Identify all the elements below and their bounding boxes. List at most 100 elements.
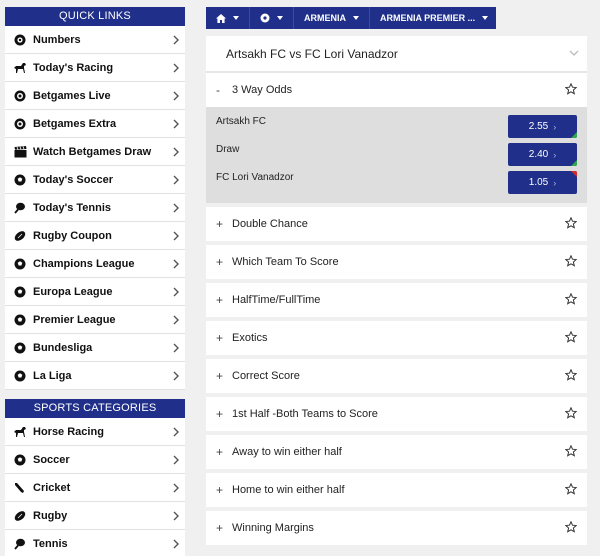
sport-category-horse-racing[interactable]: Horse Racing bbox=[5, 418, 185, 446]
market-correct-score[interactable]: + Correct Score bbox=[206, 359, 587, 393]
match-header[interactable]: Artsakh FC vs FC Lori Vanadzor bbox=[206, 36, 587, 73]
odds-button[interactable]: 2.40 › bbox=[508, 143, 577, 166]
tennis-racket-icon bbox=[13, 201, 27, 215]
quick-link-premier-league[interactable]: Premier League bbox=[5, 306, 185, 334]
sport-category-soccer[interactable]: Soccer bbox=[5, 446, 185, 474]
star-icon[interactable] bbox=[565, 255, 577, 267]
quick-link-betgames-live[interactable]: Betgames Live bbox=[5, 82, 185, 110]
breadcrumb-league[interactable]: ARMENIA PREMIER ... bbox=[370, 7, 496, 29]
soccer-ball-icon bbox=[260, 13, 270, 23]
sidebar-item-label: Numbers bbox=[33, 33, 81, 46]
odds-value: 2.40 bbox=[528, 149, 549, 160]
odds-button[interactable]: 1.05 › bbox=[508, 171, 577, 194]
market-which-team-to-score[interactable]: + Which Team To Score bbox=[206, 245, 587, 279]
selection-label: FC Lori Vanadzor bbox=[216, 171, 294, 183]
star-icon[interactable] bbox=[565, 521, 577, 533]
soccer-ball-icon bbox=[13, 369, 27, 383]
odds-button[interactable]: 2.55 › bbox=[508, 115, 577, 138]
chevron-right-icon bbox=[171, 62, 181, 74]
star-icon[interactable] bbox=[565, 445, 577, 457]
sidebar-item-label: Watch Betgames Draw bbox=[33, 145, 152, 158]
star-icon[interactable] bbox=[565, 83, 577, 95]
sidebar-item-label: Premier League bbox=[33, 313, 116, 326]
chevron-right-icon bbox=[171, 342, 181, 354]
market-exotics[interactable]: + Exotics bbox=[206, 321, 587, 355]
sidebar-item-label: Bundesliga bbox=[33, 341, 93, 354]
market-double-chance[interactable]: + Double Chance bbox=[206, 207, 587, 241]
sidebar-item-label: Betgames Extra bbox=[33, 117, 117, 130]
sports-categories-header: SPORTS CATEGORIES bbox=[5, 399, 185, 418]
quick-link-champions-league[interactable]: Champions League bbox=[5, 250, 185, 278]
market-title: 3 Way Odds bbox=[232, 84, 293, 96]
tennis-racket-icon bbox=[13, 537, 27, 551]
quick-link-today-s-soccer[interactable]: Today's Soccer bbox=[5, 166, 185, 194]
three-way-odds: Artsakh FC 2.55 › Draw 2.40 › FC Lori Vanadzor… bbox=[206, 107, 587, 203]
selection-label: Draw bbox=[216, 143, 240, 155]
numbers-icon bbox=[13, 33, 27, 47]
chevron-right-icon bbox=[171, 482, 181, 494]
soccer-ball-icon bbox=[13, 173, 27, 187]
star-icon[interactable] bbox=[565, 483, 577, 495]
star-icon[interactable] bbox=[565, 293, 577, 305]
odds-row: FC Lori Vanadzor 1.05 › bbox=[206, 169, 587, 197]
quick-link-rugby-coupon[interactable]: Rugby Coupon bbox=[5, 222, 185, 250]
star-icon[interactable] bbox=[565, 369, 577, 381]
sidebar-item-label: Cricket bbox=[33, 481, 71, 494]
chevron-right-icon bbox=[171, 90, 181, 102]
quick-link-numbers[interactable]: Numbers bbox=[5, 26, 185, 54]
expand-icon: + bbox=[216, 369, 224, 383]
star-icon[interactable] bbox=[565, 217, 577, 229]
chevron-right-icon: › bbox=[553, 121, 557, 132]
quick-link-betgames-extra[interactable]: Betgames Extra bbox=[5, 110, 185, 138]
quick-links-header: QUICK LINKS bbox=[5, 7, 185, 26]
market-home-to-win-either-half[interactable]: + Home to win either half bbox=[206, 473, 587, 507]
sidebar-item-label: Rugby bbox=[33, 509, 68, 522]
odds-down-indicator bbox=[571, 171, 577, 177]
sport-category-rugby[interactable]: Rugby bbox=[5, 502, 185, 530]
star-icon[interactable] bbox=[565, 407, 577, 419]
sport-category-tennis[interactable]: Tennis bbox=[5, 530, 185, 556]
cricket-bat-icon bbox=[13, 481, 27, 495]
sport-category-cricket[interactable]: Cricket bbox=[5, 474, 185, 502]
expand-icon: + bbox=[216, 331, 224, 345]
quick-link-europa-league[interactable]: Europa League bbox=[5, 278, 185, 306]
quick-link-today-s-tennis[interactable]: Today's Tennis bbox=[5, 194, 185, 222]
soccer-ball-icon bbox=[13, 313, 27, 327]
chevron-down-icon bbox=[353, 16, 359, 20]
breadcrumb-home[interactable] bbox=[206, 7, 250, 29]
breadcrumb-sport[interactable] bbox=[250, 7, 294, 29]
market-winning-margins[interactable]: + Winning Margins bbox=[206, 511, 587, 545]
sidebar-item-label: Europa League bbox=[33, 285, 113, 298]
chevron-down-icon bbox=[482, 16, 489, 20]
sidebar-item-label: Today's Racing bbox=[33, 61, 114, 74]
chevron-down-icon[interactable] bbox=[569, 50, 579, 57]
quick-link-bundesliga[interactable]: Bundesliga bbox=[5, 334, 185, 362]
odds-row: Artsakh FC 2.55 › bbox=[206, 113, 587, 141]
market-1st-half-both-teams-to-score[interactable]: +1st Half -Both Teams to Score bbox=[206, 397, 587, 431]
quick-link-today-s-racing[interactable]: Today's Racing bbox=[5, 54, 185, 82]
breadcrumb-country[interactable]: ARMENIA bbox=[294, 7, 370, 29]
chevron-right-icon bbox=[171, 286, 181, 298]
chevron-right-icon bbox=[171, 370, 181, 382]
sidebar-item-label: Tennis bbox=[33, 537, 68, 550]
expand-icon: + bbox=[216, 255, 224, 269]
sidebar-item-label: Champions League bbox=[33, 257, 135, 270]
chevron-right-icon: › bbox=[553, 149, 557, 160]
market-halftime-fulltime[interactable]: + HalfTime/FullTime bbox=[206, 283, 587, 317]
market-away-to-win-either-half[interactable]: + Away to win either half bbox=[206, 435, 587, 469]
market-title: Double Chance bbox=[232, 218, 308, 230]
quick-link-watch-betgames-draw[interactable]: Watch Betgames Draw bbox=[5, 138, 185, 166]
sidebar-item-label: Today's Soccer bbox=[33, 173, 114, 186]
chevron-right-icon bbox=[171, 426, 181, 438]
chevron-down-icon bbox=[233, 16, 239, 20]
soccer-ball-icon bbox=[13, 257, 27, 271]
market-three-way-header[interactable]: - 3 Way Odds bbox=[206, 73, 587, 107]
quick-link-la-liga[interactable]: La Liga bbox=[5, 362, 185, 390]
chevron-right-icon bbox=[171, 174, 181, 186]
star-icon[interactable] bbox=[565, 331, 577, 343]
odds-row: Draw 2.40 › bbox=[206, 141, 587, 169]
sidebar: QUICK LINKS Numbers Today's Racing Betgame… bbox=[5, 7, 185, 556]
odds-value: 2.55 bbox=[528, 121, 549, 132]
clapperboard-icon bbox=[13, 145, 27, 159]
match-title: Artsakh FC vs FC Lori Vanadzor bbox=[226, 46, 398, 61]
